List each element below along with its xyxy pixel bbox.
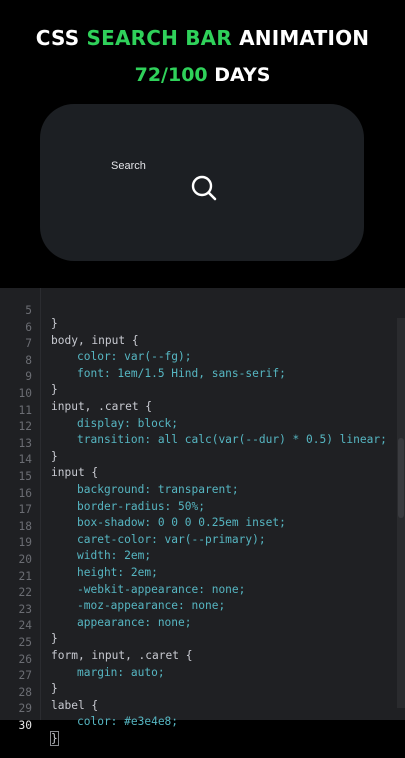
video-header: CSS SEARCH BAR ANIMATION 72/100 DAYS Sea… (0, 0, 405, 288)
code-line: 18 caret-color: var(--primary); (0, 507, 400, 546)
code-line: 11 display: block; (0, 391, 400, 430)
search-icon[interactable] (188, 172, 220, 204)
days-label: DAYS (214, 64, 271, 86)
code-line: 17 box-shadow: 0 0 0 0.25em inset; (0, 490, 400, 529)
code-line: 13 } (0, 424, 400, 463)
title-css-word: CSS (35, 26, 80, 50)
code-line: 24 } (0, 606, 400, 645)
code-line: 26 margin: auto; (0, 640, 400, 679)
title-animation-word: ANIMATION (239, 26, 370, 50)
title-search-bar-words: SEARCH BAR (86, 26, 232, 50)
code-text: } (50, 731, 59, 746)
code-line: 10 input, .caret { (0, 374, 400, 413)
video-title: CSS SEARCH BAR ANIMATION (0, 26, 405, 50)
code-line: 8 font: 1em/1.5 Hind, sans-serif; (0, 341, 400, 380)
code-line: 22 -moz-appearance: none; (0, 573, 400, 612)
code-line: 29 color: #e3e4e8; (0, 689, 400, 728)
progress-line: 72/100 DAYS (0, 64, 405, 86)
code-line: 6 body, input { (0, 308, 400, 347)
code-line: 15 background: transparent; (0, 457, 400, 496)
code-line: 28 label { (0, 673, 400, 712)
code-line: 12 transition: all calc(var(--dur) * 0.5… (0, 407, 400, 446)
code-line: 16 border-radius: 50%; (0, 474, 400, 513)
line-number: 30 (18, 719, 32, 732)
code-editor[interactable]: 5 } 6 body, input { 7 color: var(--fg); … (0, 288, 405, 746)
code-line: 14 input { (0, 440, 400, 479)
search-label: Search (111, 160, 146, 172)
code-line: 21 -webkit-appearance: none; (0, 557, 400, 596)
code-line: 27 } (0, 656, 400, 695)
code-line: 19 width: 2em; (0, 523, 400, 562)
day-progress: 72/100 (134, 64, 208, 86)
code-line: 25 form, input, .caret { (0, 623, 400, 662)
code-line: 7 color: var(--fg); (0, 324, 400, 363)
code-line: 23 appearance: none; (0, 590, 400, 629)
code-line: 20 height: 2em; (0, 540, 400, 579)
code-line: 9 } (0, 357, 400, 396)
code-line: 5 } (0, 291, 400, 330)
